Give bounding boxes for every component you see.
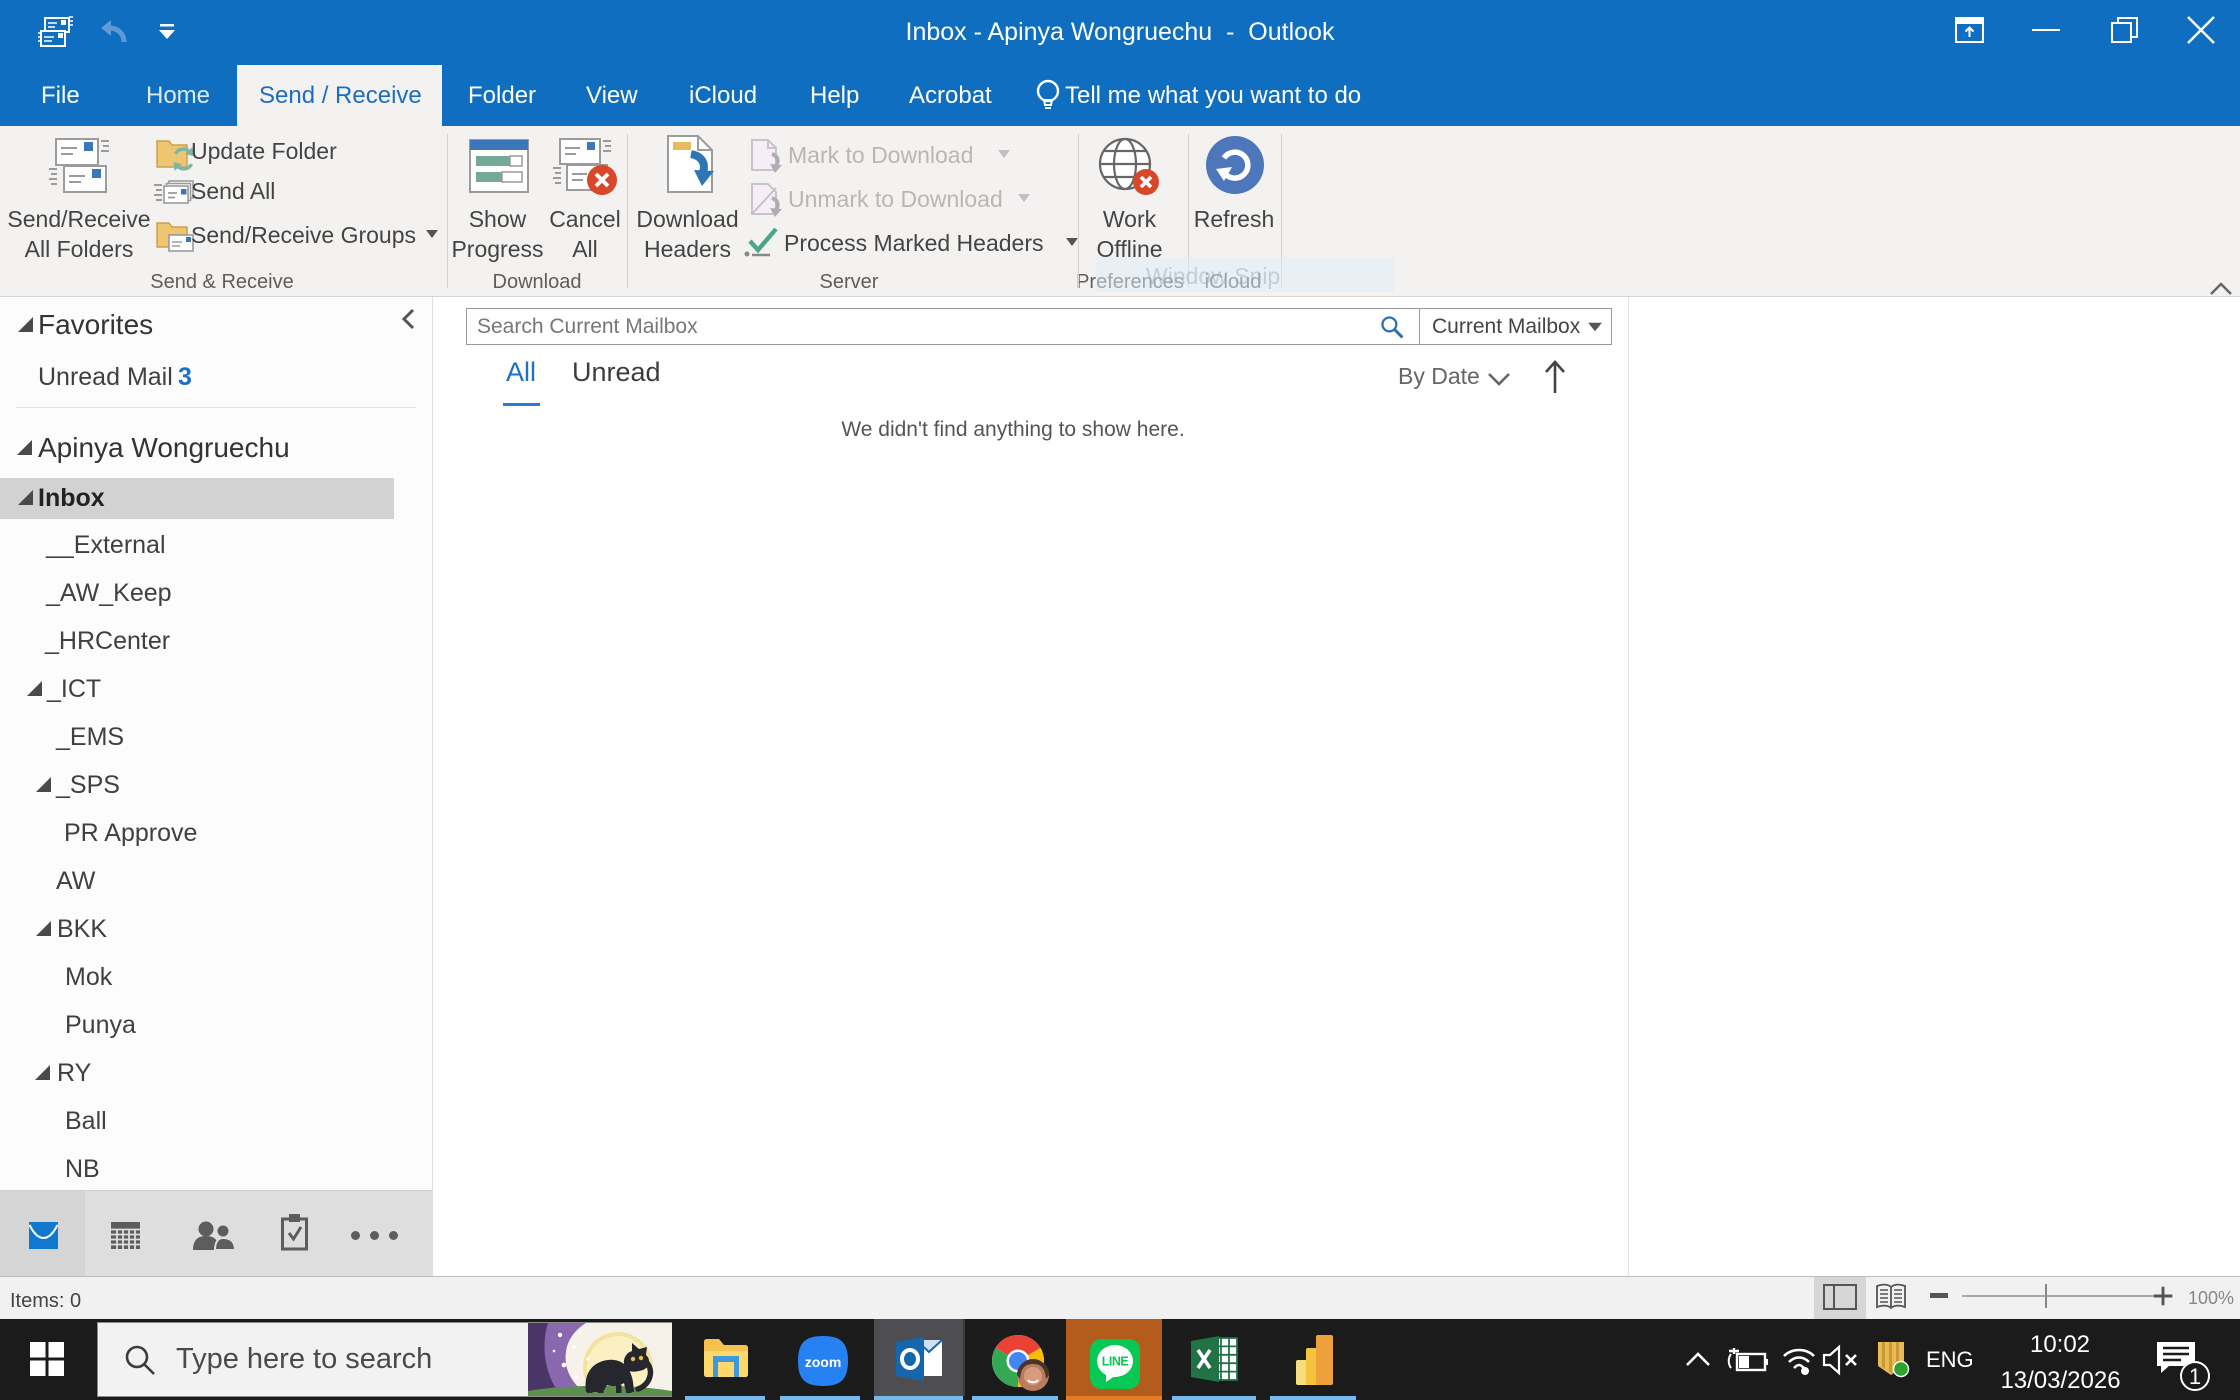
svg-text:1: 1 — [2189, 1364, 2201, 1389]
svg-text:zoom: zoom — [805, 1354, 842, 1370]
svg-text:LINE: LINE — [1102, 1355, 1129, 1369]
